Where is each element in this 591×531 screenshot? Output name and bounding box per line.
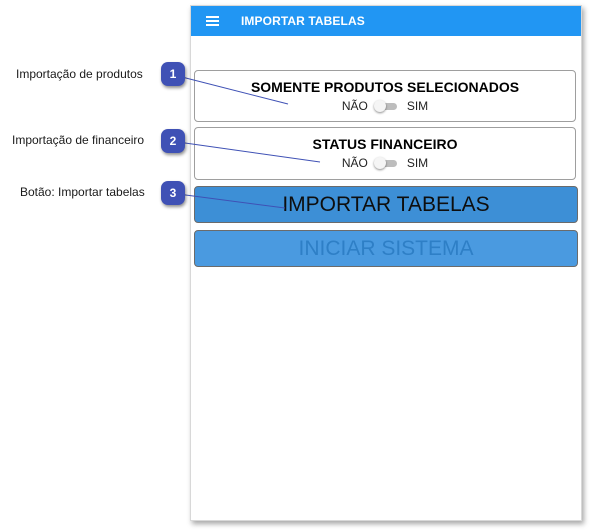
- card-financial-status: STATUS FINANCEIRO NÃO SIM: [194, 127, 576, 180]
- import-tables-button-label: IMPORTAR TABELAS: [282, 192, 490, 216]
- app-bar-title: IMPORTAR TABELAS: [241, 14, 365, 28]
- card-title-financial-status: STATUS FINANCEIRO: [312, 136, 458, 152]
- annotation-badge-3: 3: [161, 181, 185, 205]
- toggle-row-selected-products: NÃO SIM: [195, 99, 575, 113]
- toggle-on-label: SIM: [406, 156, 429, 170]
- annotation-badge-1: 1: [161, 62, 185, 86]
- toggle-off-label: NÃO: [341, 156, 368, 170]
- switch-thumb: [373, 157, 386, 169]
- start-system-button[interactable]: INICIAR SISTEMA: [194, 230, 578, 267]
- toggle-off-label: NÃO: [341, 99, 368, 113]
- annotation-label-products: Importação de produtos: [16, 67, 143, 81]
- toggle-row-financial-status: NÃO SIM: [195, 156, 575, 170]
- annotation-label-financial: Importação de financeiro: [12, 133, 145, 147]
- card-selected-products: SOMENTE PRODUTOS SELECIONADOS NÃO SIM: [194, 70, 576, 122]
- toggle-on-label: SIM: [406, 99, 429, 113]
- toggle-switch-financial-status[interactable]: [373, 157, 398, 169]
- card-title-selected-products: SOMENTE PRODUTOS SELECIONADOS: [250, 79, 520, 95]
- app-bar: IMPORTAR TABELAS: [191, 6, 581, 36]
- app-screen: IMPORTAR TABELAS SOMENTE PRODUTOS SELECI…: [190, 5, 582, 521]
- import-tables-button[interactable]: IMPORTAR TABELAS: [194, 186, 578, 223]
- switch-thumb: [373, 100, 386, 112]
- toggle-switch-selected-products[interactable]: [373, 100, 398, 112]
- annotation-badge-2: 2: [161, 129, 185, 153]
- hamburger-menu-icon[interactable]: [206, 16, 219, 26]
- start-system-button-label: INICIAR SISTEMA: [298, 236, 474, 260]
- annotation-label-import-button: Botão: Importar tabelas: [20, 185, 145, 199]
